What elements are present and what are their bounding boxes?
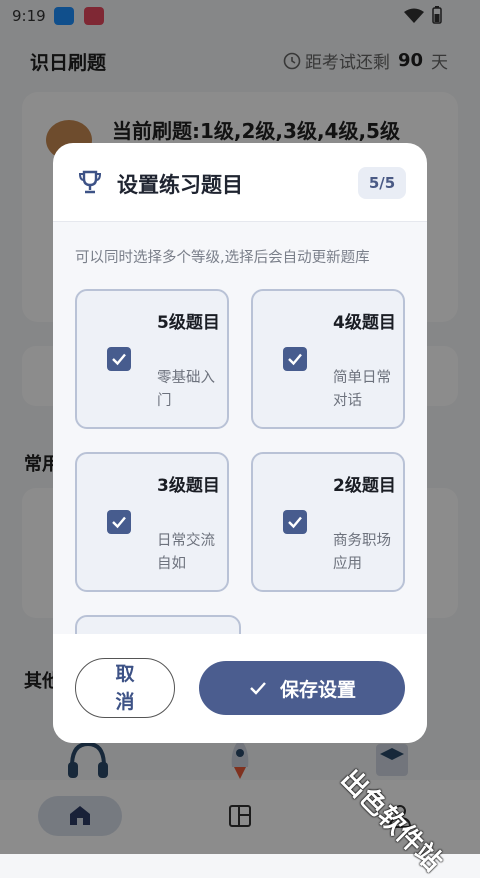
level-option-desc: 日常交流自如 — [157, 533, 215, 572]
dialog-hint: 可以同时选择多个等级,选择后会自动更新题库 — [75, 250, 370, 266]
checkbox-checked[interactable] — [107, 510, 131, 534]
level-option-5[interactable]: 5级题目 零基础入门 — [75, 289, 229, 429]
cancel-label: 取消 — [115, 663, 135, 713]
dialog-title: 设置练习题目 — [117, 173, 243, 197]
check-icon — [288, 516, 302, 529]
dialog-header: 设置练习题目 5/5 — [53, 143, 427, 222]
checkbox-checked[interactable] — [283, 347, 307, 371]
level-option-title: 3级题目 — [157, 476, 220, 496]
selection-count-badge: 5/5 — [358, 167, 406, 199]
check-icon — [250, 682, 266, 695]
check-icon — [112, 353, 126, 366]
dialog-footer: 取消 保存设置 — [53, 634, 427, 743]
level-option-title: 5级题目 — [157, 313, 220, 333]
check-icon — [112, 516, 126, 529]
level-option-desc: 商务职场应用 — [333, 533, 391, 572]
level-option-4[interactable]: 4级题目 简单日常对话 — [251, 289, 405, 429]
level-option-1-partial[interactable] — [75, 615, 241, 634]
level-option-2[interactable]: 2级题目 商务职场应用 — [251, 452, 405, 592]
level-option-title: 2级题目 — [333, 476, 396, 496]
check-icon — [288, 353, 302, 366]
save-settings-button[interactable]: 保存设置 — [199, 661, 405, 715]
level-option-title: 4级题目 — [333, 313, 396, 333]
cancel-button[interactable]: 取消 — [75, 658, 175, 718]
checkbox-checked[interactable] — [107, 347, 131, 371]
practice-settings-dialog: 设置练习题目 5/5 可以同时选择多个等级,选择后会自动更新题库 5级题目 零基… — [53, 143, 427, 743]
checkbox-checked[interactable] — [283, 510, 307, 534]
dialog-body: 可以同时选择多个等级,选择后会自动更新题库 5级题目 零基础入门 4级题目 简单… — [53, 222, 427, 634]
trophy-icon — [78, 170, 102, 194]
save-label: 保存设置 — [279, 678, 356, 701]
level-option-3[interactable]: 3级题目 日常交流自如 — [75, 452, 229, 592]
level-option-desc: 简单日常对话 — [333, 370, 391, 409]
level-option-desc: 零基础入门 — [157, 370, 215, 409]
